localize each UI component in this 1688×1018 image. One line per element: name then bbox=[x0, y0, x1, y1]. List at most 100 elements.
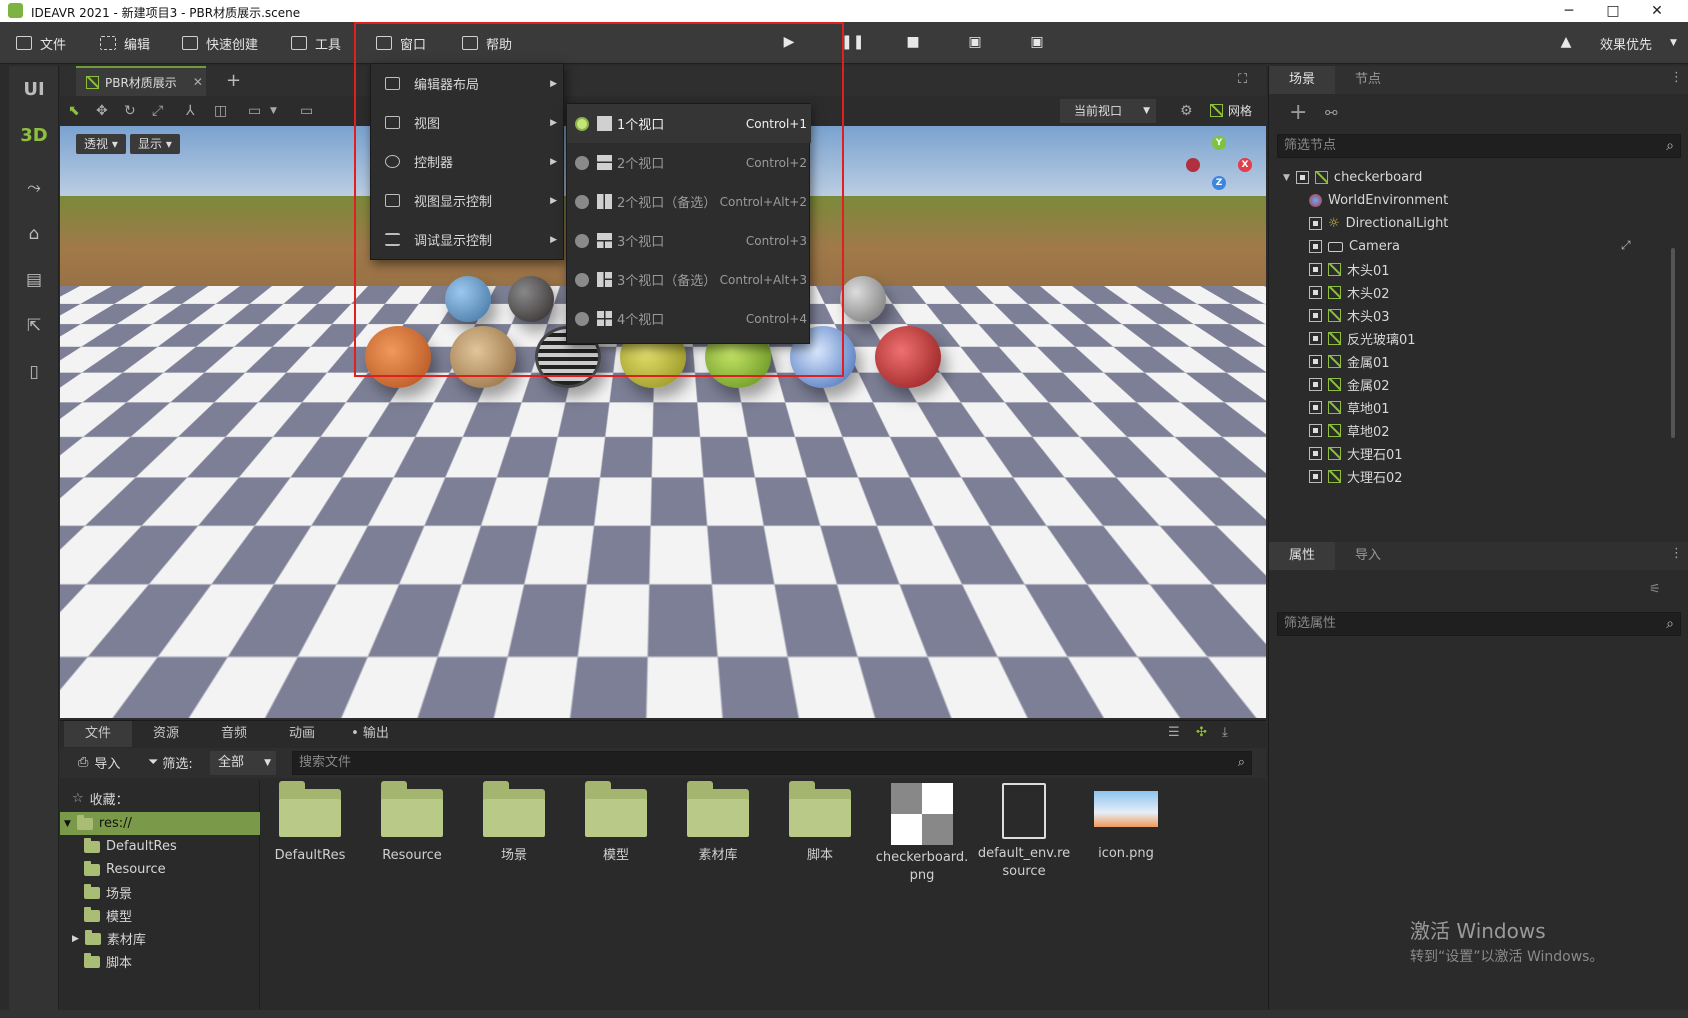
node-filter-input[interactable]: 筛选节点 ⌕ bbox=[1277, 134, 1681, 158]
gizmo-neg-x-axis[interactable] bbox=[1186, 158, 1200, 172]
visibility-checkbox[interactable] bbox=[1309, 424, 1322, 437]
tree-node-mesh[interactable]: 木头01 bbox=[1309, 258, 1390, 281]
more-options-icon[interactable]: ⋮ bbox=[1670, 546, 1683, 561]
grid-folder-resource[interactable]: Resource bbox=[364, 781, 460, 893]
ruler-icon[interactable]: ▭ bbox=[248, 103, 261, 119]
visibility-checkbox[interactable] bbox=[1309, 286, 1322, 299]
menu-file[interactable]: 文件 bbox=[16, 32, 66, 54]
viewport-option-3-alt[interactable]: 3个视口（备选） Control+Alt+3 bbox=[567, 260, 811, 299]
current-view-select[interactable]: 当前视口 ▼ bbox=[1060, 99, 1156, 123]
tab-properties[interactable]: 属性 bbox=[1269, 542, 1335, 570]
menu-item-debug-display-control[interactable]: 调试显示控制 ▶ bbox=[371, 220, 565, 259]
tree-node-mesh[interactable]: 金属01 bbox=[1309, 350, 1390, 373]
tree-node-mesh[interactable]: 大理石02 bbox=[1309, 465, 1403, 488]
stop-icon[interactable]: ■ bbox=[903, 34, 923, 50]
visibility-checkbox[interactable] bbox=[1309, 470, 1322, 483]
tree-item-scenes[interactable]: 场景 bbox=[60, 881, 260, 904]
grid-folder-scripts[interactable]: 脚本 bbox=[772, 781, 868, 893]
path-icon[interactable]: ⤳ bbox=[9, 170, 59, 206]
chevron-down-icon[interactable]: ▼ bbox=[270, 106, 277, 116]
viewport-option-2[interactable]: 2个视口 Control+2 bbox=[567, 143, 811, 182]
minimize-button[interactable]: ─ bbox=[1547, 1, 1591, 21]
tab-node[interactable]: 节点 bbox=[1335, 66, 1401, 94]
tree-item-defaultres[interactable]: DefaultRes bbox=[60, 835, 260, 858]
tree-node-mesh[interactable]: 草地01 bbox=[1309, 396, 1390, 419]
viewport-option-1[interactable]: 1个视口 Control+1 bbox=[567, 104, 811, 143]
menu-item-controller[interactable]: 控制器 ▶ bbox=[371, 142, 565, 181]
menu-item-editor-layout[interactable]: 编辑器布局 ▶ bbox=[371, 64, 565, 103]
tree-node-worldenvironment[interactable]: WorldEnvironment bbox=[1309, 189, 1448, 212]
visibility-checkbox[interactable] bbox=[1309, 240, 1322, 253]
ui-mode-button[interactable]: UI bbox=[9, 72, 59, 108]
tree-node-mesh[interactable]: 木头03 bbox=[1309, 304, 1390, 327]
menu-window[interactable]: 窗口 bbox=[376, 32, 426, 54]
grid-toggle[interactable]: 网格 bbox=[1210, 102, 1252, 119]
tree-node-mesh[interactable]: 大理石01 bbox=[1309, 442, 1403, 465]
link-icon[interactable]: ⚯ bbox=[1325, 104, 1338, 122]
tree-item-scripts[interactable]: 脚本 bbox=[60, 950, 260, 973]
menu-tools[interactable]: 工具 bbox=[291, 32, 341, 54]
rotate-tool-icon[interactable]: ↻ bbox=[124, 103, 136, 119]
tab-files[interactable]: 文件 bbox=[64, 721, 132, 747]
filter-select[interactable]: 全部 ▼ bbox=[210, 751, 276, 775]
graduation-icon[interactable]: ▲ bbox=[1556, 34, 1576, 50]
quality-selector[interactable]: 效果优先 ▼ bbox=[1600, 32, 1677, 54]
tree-node-mesh[interactable]: 草地02 bbox=[1309, 419, 1390, 442]
tree-node-camera[interactable]: Camera bbox=[1309, 235, 1400, 258]
close-tab-icon[interactable]: ✕ bbox=[193, 75, 203, 89]
tab-animation[interactable]: 动画 bbox=[268, 721, 336, 747]
visibility-checkbox[interactable] bbox=[1309, 447, 1322, 460]
gear-icon[interactable]: ⚙ bbox=[1180, 103, 1193, 119]
more-options-icon[interactable]: ⋮ bbox=[1670, 70, 1683, 85]
scale-tool-icon[interactable]: ⤢ bbox=[152, 103, 163, 119]
script-icon[interactable]: ⤢ bbox=[1621, 238, 1631, 253]
pause-icon[interactable]: ❚❚ bbox=[841, 34, 864, 50]
camera-preview-icon[interactable]: ▭ bbox=[300, 103, 313, 119]
add-tab-button[interactable]: + bbox=[226, 70, 241, 91]
tab-import[interactable]: 导入 bbox=[1335, 542, 1401, 570]
property-filter-input[interactable]: 筛选属性 ⌕ bbox=[1277, 612, 1681, 636]
tree-item-res[interactable]: ▼ res:// bbox=[60, 812, 260, 835]
add-node-icon[interactable]: + bbox=[1289, 100, 1307, 125]
tree-node-mesh[interactable]: 反光玻璃01 bbox=[1309, 327, 1416, 350]
tree-node-checkerboard[interactable]: ▼ checkerboard bbox=[1283, 166, 1422, 189]
tree-node-mesh[interactable]: 木头02 bbox=[1309, 281, 1390, 304]
grid-folder-scenes[interactable]: 场景 bbox=[466, 781, 562, 893]
store-icon[interactable]: ⌂ bbox=[9, 216, 59, 252]
download-icon[interactable]: ⤓ bbox=[1222, 725, 1228, 740]
close-button[interactable]: ✕ bbox=[1635, 1, 1679, 21]
visibility-checkbox[interactable] bbox=[1309, 217, 1322, 230]
visibility-checkbox[interactable] bbox=[1309, 332, 1322, 345]
visibility-checkbox[interactable] bbox=[1309, 263, 1322, 276]
list-view-icon[interactable]: ☰ bbox=[1168, 725, 1180, 740]
tab-resources[interactable]: 资源 bbox=[132, 721, 200, 747]
gizmo-x-axis[interactable]: X bbox=[1238, 158, 1252, 172]
tab-scene[interactable]: 场景 bbox=[1269, 66, 1335, 94]
grid-folder-assets[interactable]: 素材库 bbox=[670, 781, 766, 893]
tree-item-models[interactable]: 模型 bbox=[60, 904, 260, 927]
grid-file-default-env[interactable]: default_env.resource bbox=[976, 783, 1072, 893]
scrollbar[interactable] bbox=[1671, 248, 1675, 438]
select-tool-icon[interactable]: ⬉ bbox=[68, 103, 80, 119]
visibility-checkbox[interactable] bbox=[1309, 309, 1322, 322]
gizmo-z-axis[interactable]: Z bbox=[1212, 176, 1226, 190]
visibility-checkbox[interactable] bbox=[1295, 171, 1309, 184]
visibility-checkbox[interactable] bbox=[1309, 378, 1322, 391]
grid-file-icon-png[interactable]: icon.png bbox=[1078, 783, 1174, 893]
file-search-input[interactable]: 搜索文件 ⌕ bbox=[292, 751, 1252, 775]
viewport-option-4[interactable]: 4个视口 Control+4 bbox=[567, 299, 811, 338]
menu-help[interactable]: 帮助 bbox=[462, 32, 512, 54]
grid-file-checkerboard[interactable]: checkerboard.png bbox=[874, 783, 970, 893]
3d-mode-button[interactable]: 3D bbox=[9, 118, 59, 154]
move-tool-icon[interactable]: ✥ bbox=[96, 103, 108, 119]
sliders-icon[interactable]: ⚟ bbox=[1649, 582, 1661, 597]
play-scene-icon[interactable]: ▣ bbox=[965, 34, 985, 50]
menu-item-view-display-control[interactable]: 视图显示控制 ▶ bbox=[371, 181, 565, 220]
maximize-button[interactable]: □ bbox=[1591, 1, 1635, 21]
menu-edit[interactable]: 编辑 bbox=[100, 32, 150, 54]
document-icon[interactable]: ▯ bbox=[9, 354, 59, 390]
tree-item-resource[interactable]: Resource bbox=[60, 858, 260, 881]
gizmo-y-axis[interactable]: Y bbox=[1212, 136, 1226, 150]
menu-item-view[interactable]: 视图 ▶ bbox=[371, 103, 565, 142]
export-icon[interactable]: ⇱ bbox=[9, 308, 59, 344]
